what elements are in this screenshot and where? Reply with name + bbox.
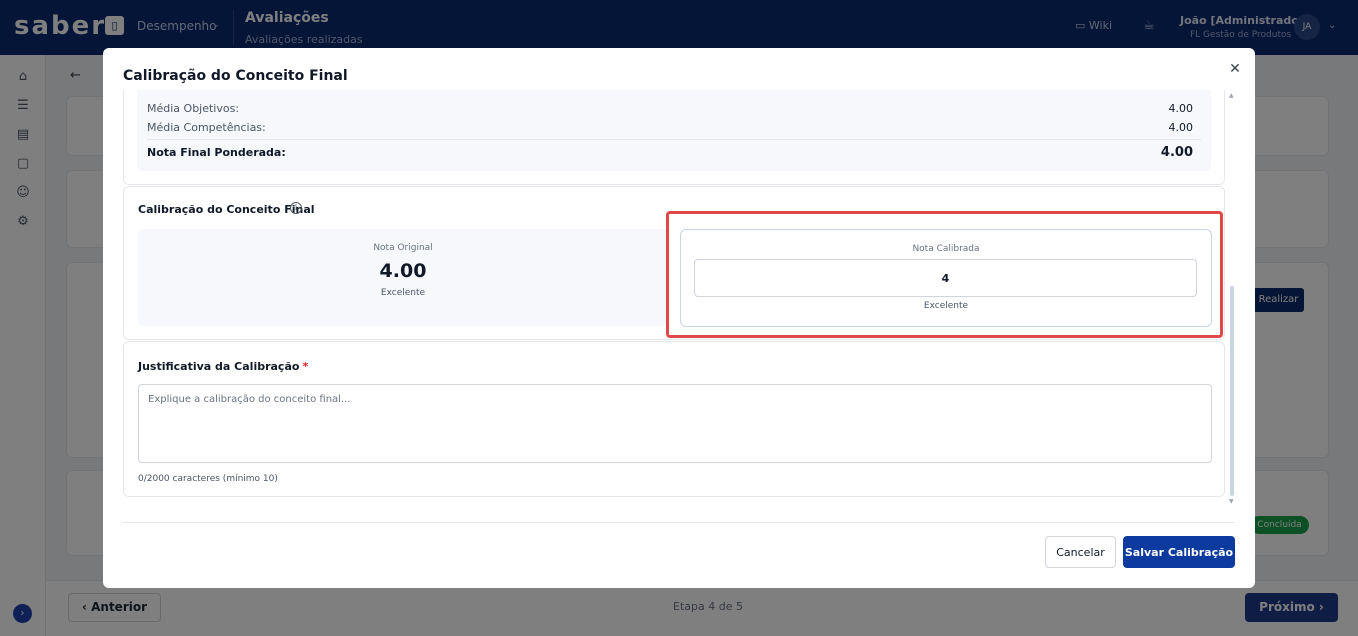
scrollbar-thumb[interactable]	[1230, 286, 1234, 496]
calibration-title: Calibração do Conceito Final	[138, 203, 315, 216]
nota-final-label: Nota Final Ponderada:	[147, 146, 286, 159]
scroll-down-icon[interactable]: ▼	[1229, 498, 1234, 505]
score-summary: Média Objetivos: 4.00 Média Competências…	[137, 90, 1211, 171]
justification-textarea[interactable]	[138, 384, 1212, 463]
justification-title: Justificativa da Calibração *	[138, 360, 308, 373]
nota-final-value: 4.00	[1160, 145, 1193, 160]
calibration-card: Calibração do Conceito Final i Nota Orig…	[123, 186, 1225, 340]
calibrated-score-box: Nota Calibrada Excelente	[680, 229, 1212, 327]
justification-title-label: Justificativa da Calibração	[138, 360, 300, 373]
original-concept: Excelente	[380, 288, 426, 298]
media-competencias-label: Média Competências:	[147, 121, 266, 134]
scrollbar[interactable]: ▲ ▼	[1229, 90, 1235, 510]
media-objetivos-label: Média Objetivos:	[147, 102, 240, 115]
divider	[147, 139, 1201, 140]
media-competencias-row: Média Competências: 4.00	[147, 121, 1201, 134]
calibrated-concept: Excelente	[923, 301, 969, 311]
nota-final-row: Nota Final Ponderada: 4.00	[147, 145, 1201, 160]
original-score-label: Nota Original	[373, 243, 433, 253]
info-icon[interactable]: i	[290, 202, 302, 214]
score-summary-card: Média Objetivos: 4.00 Média Competências…	[123, 90, 1225, 185]
calibrated-score-label: Nota Calibrada	[912, 244, 980, 254]
calibration-modal: Calibração do Conceito Final ✕ Média Obj…	[103, 48, 1255, 588]
close-icon[interactable]: ✕	[1227, 61, 1243, 77]
scroll-up-icon[interactable]: ▲	[1229, 92, 1234, 99]
save-calibration-button[interactable]: Salvar Calibração	[1123, 536, 1235, 568]
required-mark: *	[302, 360, 309, 373]
original-score-value: 4.00	[379, 260, 427, 282]
media-objetivos-value: 4.00	[1168, 102, 1194, 115]
justification-card: Justificativa da Calibração* 0/2000 cara…	[123, 341, 1225, 497]
media-competencias-value: 4.00	[1168, 121, 1194, 134]
divider	[123, 522, 1235, 523]
modal-title: Calibração do Conceito Final	[123, 68, 348, 84]
cancel-button[interactable]: Cancelar	[1045, 536, 1116, 568]
character-counter: 0/2000 caracteres (mínimo 10)	[138, 474, 278, 484]
media-objetivos-row: Média Objetivos: 4.00	[147, 102, 1201, 115]
calibrated-score-input[interactable]	[694, 259, 1197, 297]
modal-scroll-area[interactable]: Média Objetivos: 4.00 Média Competências…	[123, 90, 1227, 500]
original-score-box: Nota Original 4.00 Excelente	[138, 229, 668, 326]
